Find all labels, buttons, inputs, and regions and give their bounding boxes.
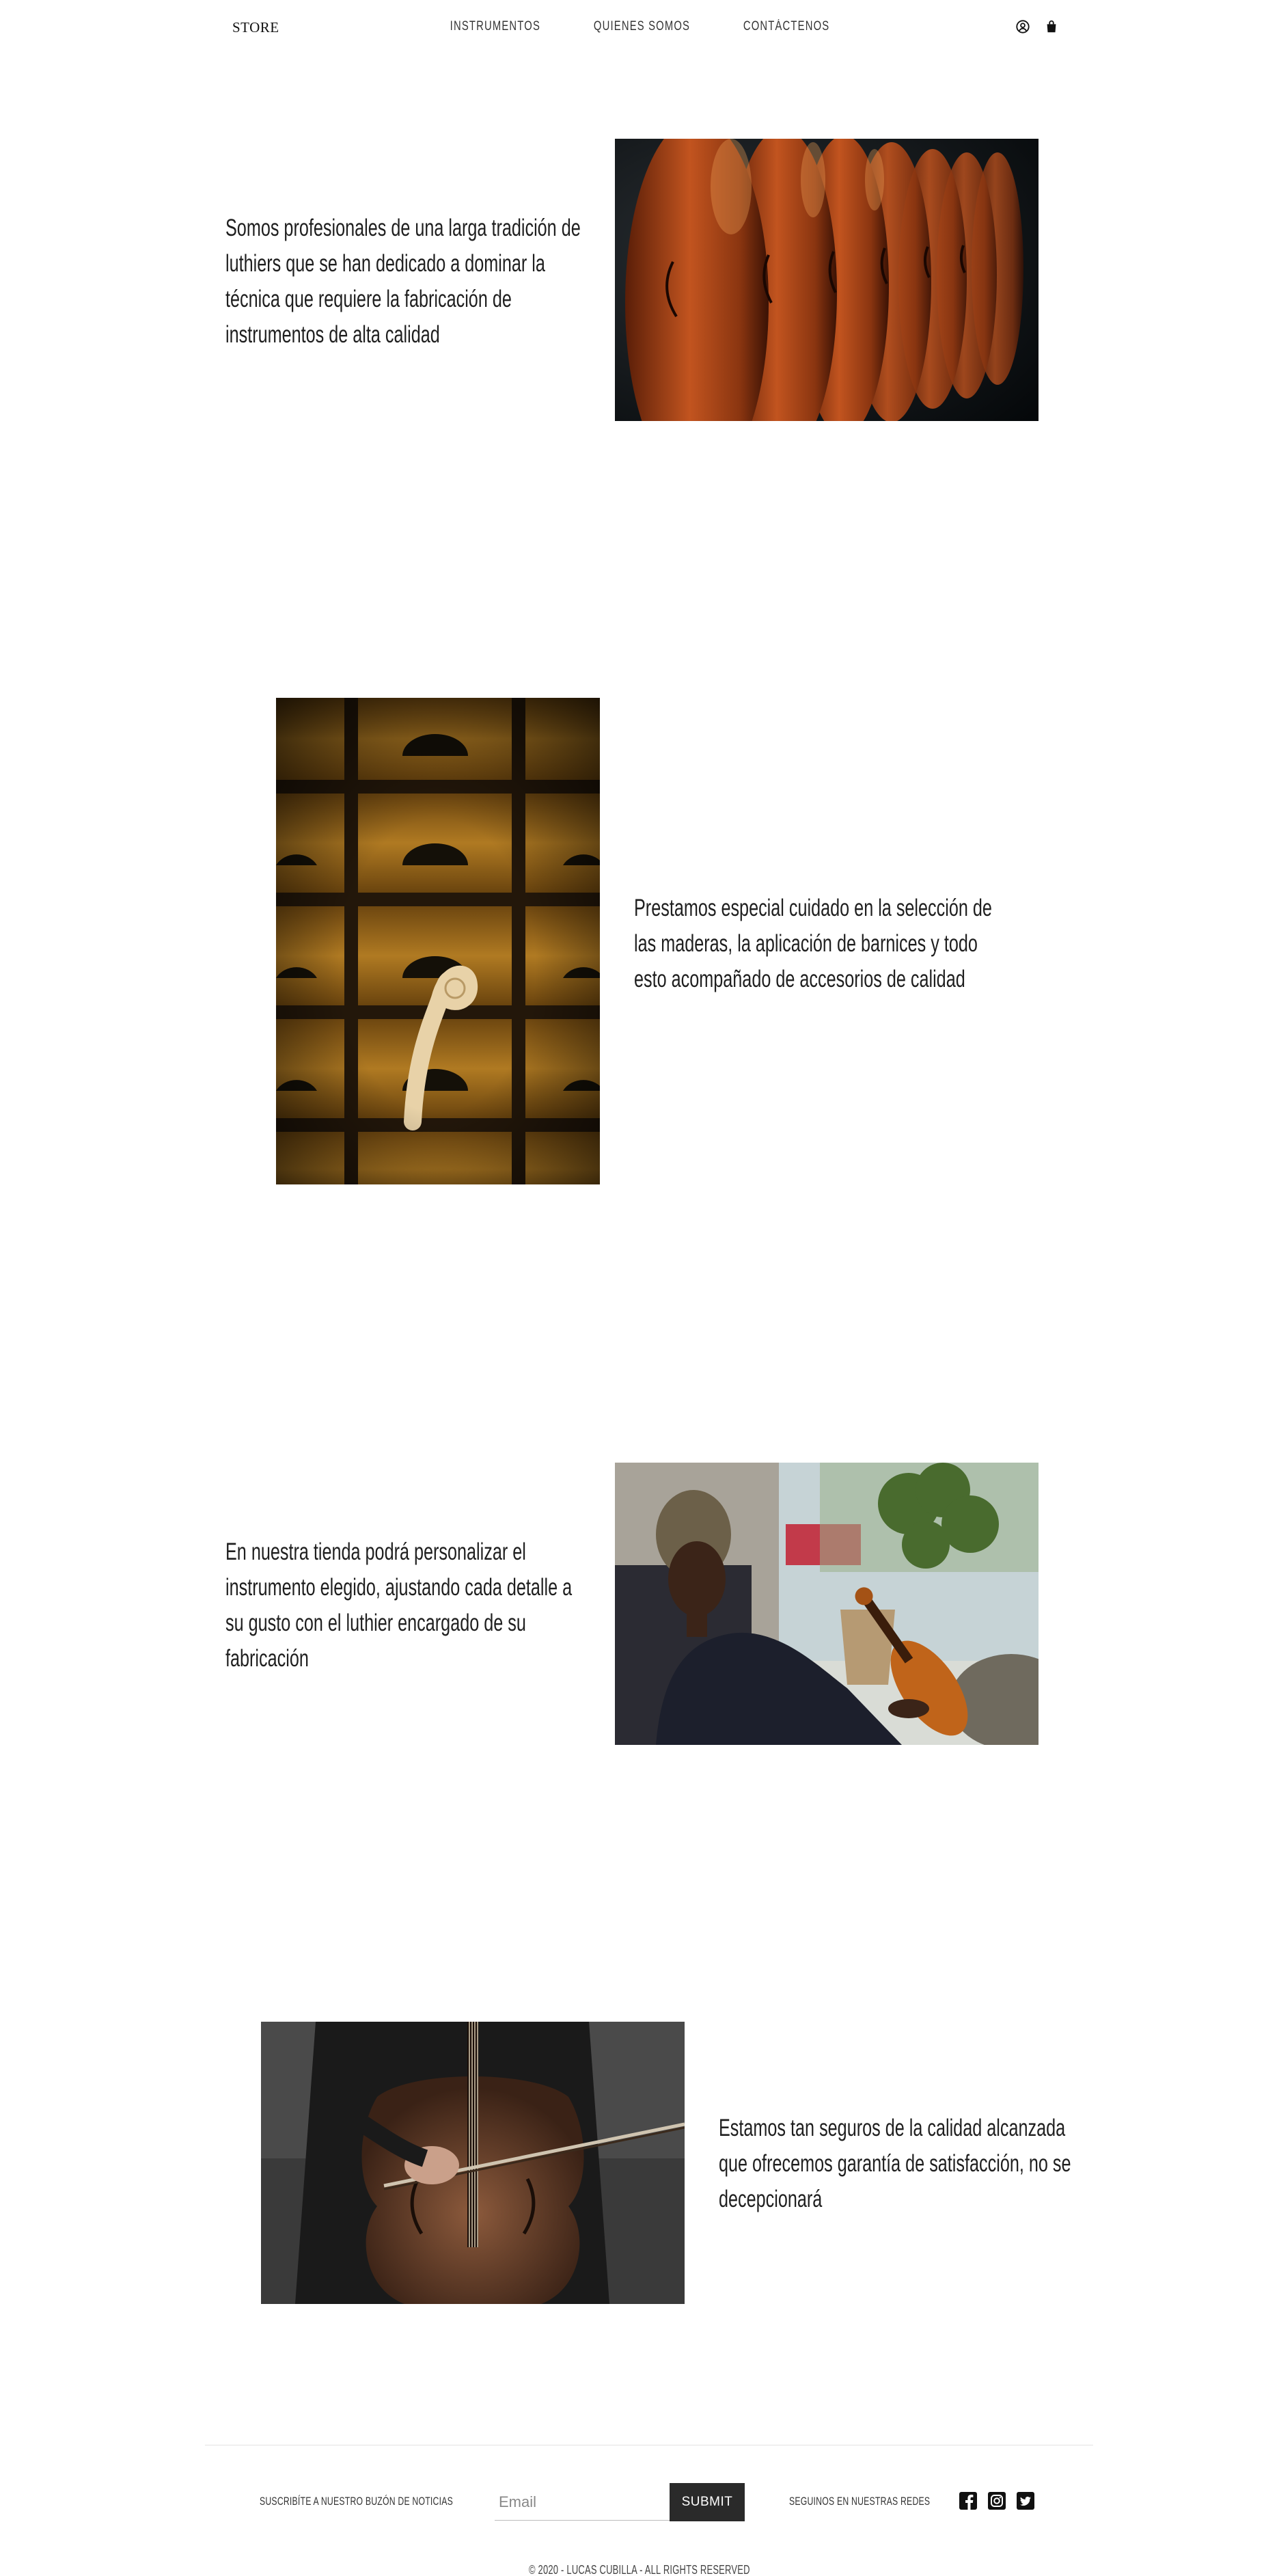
- violins-image: [615, 139, 1039, 421]
- social-icons: [959, 2491, 1035, 2510]
- feature-text-2: Prestamos especial cuidado en la selecci…: [634, 895, 992, 992]
- feature-text-3: En nuestra tienda podrá personalizar el …: [225, 1538, 573, 1672]
- twitter-icon[interactable]: [1016, 2491, 1035, 2510]
- copyright-text: © 2020 - LUCAS CUBILLA - ALL RIGHTS RESE…: [529, 2563, 750, 2576]
- drawers-image: [276, 698, 600, 1184]
- nav-item-contactenos[interactable]: CONTÁCTENOS: [743, 19, 830, 34]
- newsletter-label: SUSCRIBÍTE A NUESTRO BUZÓN DE NOTICIAS: [260, 2495, 453, 2508]
- facebook-icon[interactable]: [959, 2491, 978, 2510]
- woman-violin-image: [615, 1463, 1039, 1745]
- feature-text-4: Estamos tan seguros de la calidad alcanz…: [719, 2115, 1071, 2212]
- cellist-image: [261, 2022, 685, 2304]
- shopping-bag-icon[interactable]: [1044, 19, 1059, 34]
- submit-button[interactable]: SUBMIT: [670, 2483, 745, 2521]
- nav-item-instrumentos[interactable]: INSTRUMENTOS: [450, 19, 540, 34]
- header-icons: [1015, 19, 1059, 34]
- site-header: STORE INSTRUMENTOS QUIENES SOMOS CONTÁCT…: [0, 0, 1279, 57]
- nav-item-quienes-somos[interactable]: QUIENES SOMOS: [594, 19, 690, 34]
- instagram-icon[interactable]: [987, 2491, 1006, 2510]
- site-footer: SUSCRIBÍTE A NUESTRO BUZÓN DE NOTICIAS S…: [0, 2481, 1279, 2522]
- main-nav: INSTRUMENTOS QUIENES SOMOS CONTÁCTENOS: [0, 19, 1279, 34]
- email-field[interactable]: [495, 2484, 670, 2521]
- feature-text-1: Somos profesionales de una larga tradici…: [225, 215, 581, 348]
- copyright: © 2020 - LUCAS CUBILLA - ALL RIGHTS RESE…: [0, 2563, 1279, 2576]
- social-label: SEGUINOS EN NUESTRAS REDES: [789, 2495, 931, 2508]
- user-icon[interactable]: [1015, 19, 1030, 34]
